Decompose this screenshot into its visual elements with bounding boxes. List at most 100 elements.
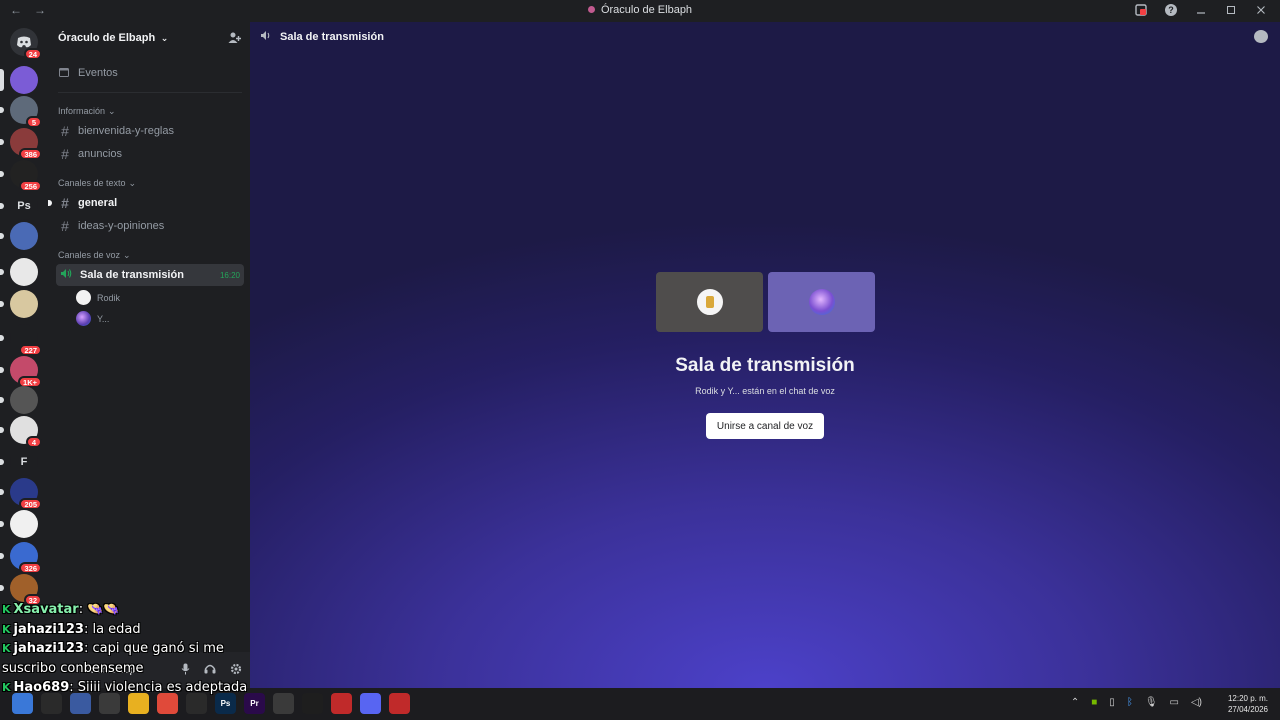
server-icon[interactable] [0,510,38,538]
app-label: Pr [250,699,259,708]
app-label: Ps [220,699,231,708]
chat-bubble-icon[interactable] [1254,30,1268,43]
speaker-icon [260,30,272,44]
channel-header: Sala de transmisión [250,22,1280,52]
taskbar-app-icon[interactable] [331,693,352,714]
volume-icon[interactable]: ◁) [1191,697,1202,708]
participant-tile[interactable] [768,272,875,332]
chat-text: Siiii violencia es adeptada [77,680,248,695]
kick-icon: K [2,642,11,655]
bluetooth-icon[interactable]: ᛒ [1127,697,1133,708]
server-indicator [0,521,4,527]
server-dot-icon [587,6,595,13]
chat-message: K Xsavatar: 👒👒 [0,600,250,620]
category-info[interactable]: Información ⌄ [50,103,250,119]
divider [58,92,242,93]
participant-tiles [656,272,875,332]
notification-badge: 205 [19,498,42,510]
taskbar-app-icon[interactable] [273,693,294,714]
server-icon[interactable] [0,290,38,318]
kick-icon: K [2,603,11,616]
chat-message: Kjahazi123: capi que ganó si me suscribo… [0,639,250,678]
inbox-icon[interactable] [1134,3,1148,17]
invite-people-icon[interactable] [228,31,242,45]
nvidia-icon[interactable]: ■ [1091,697,1097,708]
close-icon[interactable] [1254,3,1268,17]
taskbar-app-icon[interactable] [389,693,410,714]
server-indicator [0,335,4,341]
home-button[interactable]: 24 [10,28,42,60]
avatar [696,289,723,315]
chat-username: jahazi123 [13,641,84,656]
category-text[interactable]: Canales de texto ⌄ [50,175,250,191]
chevron-down-icon: ⌄ [128,177,137,188]
chevron-down-icon: ⌄ [158,33,169,43]
server-icon[interactable]: 1K+ [0,356,42,388]
join-voice-button[interactable]: Unirse a canal de voz [706,413,824,439]
guild-header[interactable]: Óraculo de Elbaph ⌄ [50,22,250,54]
channel-ideas[interactable]: # ideas-y-opiniones [56,215,244,237]
channel-general[interactable]: # general [48,192,244,214]
chat-text: 👒👒 [87,602,120,617]
server-indicator [0,489,4,495]
server-indicator [0,107,4,113]
channel-anuncios[interactable]: # anuncios [56,143,244,165]
microphone-icon[interactable]: 🎙︎ [1145,697,1158,708]
server-icon[interactable] [0,386,38,414]
hash-icon: # [61,146,69,162]
window-controls: ? [1134,3,1268,17]
notification-badge: 326 [19,562,42,574]
server-indicator [0,367,4,373]
notification-badge: 227 [19,344,42,356]
window-title: Óraculo de Elbaph [0,4,1280,16]
taskbar-app-icon[interactable] [302,693,323,714]
events-item[interactable]: Eventos [50,62,250,84]
battery-icon[interactable]: ▯ [1109,697,1115,708]
server-indicator [0,203,4,209]
maximize-icon[interactable] [1224,3,1238,17]
server-icon[interactable]: Ps [0,192,38,220]
guild-name: Óraculo de Elbaph ⌄ [58,32,169,44]
chevron-up-icon[interactable]: ⌃ [1071,697,1079,708]
channel-sala-transmision[interactable]: Sala de transmisión 16:20 [56,264,244,286]
minimize-icon[interactable] [1194,3,1208,17]
category-voice[interactable]: Canales de voz ⌄ [50,247,250,263]
help-icon[interactable]: ? [1164,3,1178,17]
server-indicator [0,69,4,91]
server-indicator [0,233,4,239]
avatar [76,311,91,326]
chat-username: Hao689 [13,680,70,695]
voice-timer: 16:20 [219,270,240,280]
calendar-icon [58,66,70,81]
server-indicator [0,585,4,591]
server-indicator [0,269,4,275]
server-icon[interactable]: 4 [0,416,42,448]
server-indicator [0,139,4,145]
taskbar-app-icon[interactable] [360,693,381,714]
events-label: Eventos [78,67,118,79]
voice-user[interactable]: Rodik [76,287,250,308]
server-icon[interactable]: 227 [0,324,42,356]
server-icon[interactable]: 5 [0,96,42,128]
server-label: F [20,456,28,468]
chat-username: jahazi123 [13,621,84,637]
channel-sidebar: Óraculo de Elbaph ⌄ Eventos Información ⌄… [48,22,250,688]
server-icon[interactable] [0,258,38,286]
server-icon[interactable]: F [0,448,38,476]
channel-bienvenida[interactable]: # bienvenida-y-reglas [56,120,244,142]
server-icon[interactable]: 205 [0,478,42,510]
server-icon[interactable]: 32 [0,574,42,606]
clock[interactable]: 12:20 p. m. 27/04/2026 [1228,693,1268,715]
voice-user[interactable]: Y... [76,308,250,329]
server-icon[interactable] [0,222,38,250]
notification-badge: 256 [19,180,42,192]
participant-tile[interactable] [656,272,763,332]
hash-icon: # [61,195,69,211]
server-icon[interactable] [0,66,38,94]
kick-icon: K [2,622,11,636]
server-icon[interactable]: 386 [0,128,42,160]
network-icon[interactable]: ▭ [1170,697,1179,708]
server-icon[interactable]: 256 [0,160,42,192]
server-icon[interactable]: 326 [0,542,42,574]
separator: : [69,680,78,695]
